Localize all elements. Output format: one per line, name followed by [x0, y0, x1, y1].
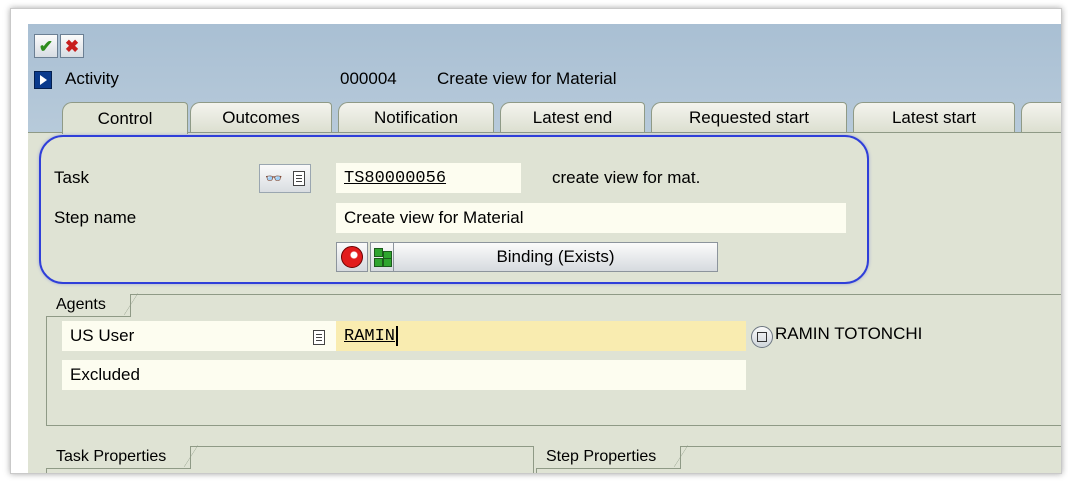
tab-label: Notification — [373, 107, 459, 127]
cross-icon: ✖ — [64, 36, 80, 56]
cancel-button[interactable]: ✖ — [60, 34, 84, 58]
tab-more[interactable] — [1021, 102, 1061, 132]
expand-icon[interactable] — [34, 71, 52, 89]
task-label: Task — [54, 168, 89, 187]
sap-screen: ✔ ✖ Activity 000004 Create view for Mate… — [28, 24, 1061, 473]
activity-number: 000004 — [340, 69, 397, 88]
document-icon[interactable] — [313, 330, 325, 345]
excluded-label-cell: Excluded — [62, 360, 336, 390]
glasses-icon[interactable]: 👓 — [265, 170, 282, 187]
tab-control[interactable]: Control — [62, 102, 188, 134]
tab-outcomes[interactable]: Outcomes — [190, 102, 332, 132]
tab-label: Requested start — [688, 107, 809, 127]
step-name-field[interactable]: Create view for Material — [336, 203, 846, 233]
tab-latest-end[interactable]: Latest end — [500, 102, 645, 132]
us-user-input[interactable]: RAMIN — [336, 321, 746, 351]
tab-notification[interactable]: Notification — [338, 102, 494, 132]
step-name-label: Step name — [54, 208, 137, 227]
task-id-field[interactable]: TS80000056 — [336, 163, 521, 193]
excluded-input[interactable] — [336, 360, 746, 390]
tab-label: Outcomes — [222, 107, 300, 127]
confirm-button[interactable]: ✔ — [34, 34, 58, 58]
us-user-label: US User — [70, 326, 135, 345]
binding-icon-button[interactable] — [370, 242, 395, 272]
tab-label: Latest end — [532, 107, 613, 127]
task-id-value: TS80000056 — [344, 168, 447, 188]
binding-button[interactable]: Binding (Exists) — [393, 242, 718, 272]
step-properties-title: Step Properties — [536, 445, 689, 469]
us-user-label-cell: US User — [62, 321, 336, 351]
step-name-value: Create view for Material — [344, 208, 524, 227]
agent-full-name: RAMIN TOTONCHI — [775, 324, 923, 343]
agents-group-title: Agents — [46, 293, 138, 317]
activity-label: Activity — [65, 69, 119, 88]
workflow-icon-button[interactable] — [336, 242, 368, 272]
activity-description: Create view for Material — [437, 69, 617, 88]
task-properties-title: Task Properties — [46, 445, 199, 469]
excluded-label: Excluded — [70, 365, 140, 384]
red-ball-icon — [341, 246, 363, 268]
step-properties-group: Step Properties — [536, 445, 1061, 473]
binding-label: Binding (Exists) — [496, 247, 615, 266]
agent-details-icon[interactable] — [751, 326, 773, 348]
tab-content-control: Task 👓 TS80000056 create view for mat. S… — [28, 132, 1061, 473]
task-description: create view for mat. — [552, 168, 701, 187]
tab-label: Latest start — [891, 107, 977, 127]
task-icon-buttons[interactable]: 👓 — [259, 164, 311, 193]
screenshot-frame: ✔ ✖ Activity 000004 Create view for Mate… — [10, 8, 1062, 474]
tab-label: Control — [97, 108, 153, 128]
tab-requested-start[interactable]: Requested start — [651, 102, 847, 132]
check-icon: ✔ — [38, 36, 54, 56]
text-cursor — [396, 326, 399, 346]
binding-grid-icon — [373, 248, 392, 267]
task-properties-group: Task Properties — [46, 445, 534, 473]
document-icon[interactable] — [292, 171, 305, 186]
tab-latest-start[interactable]: Latest start — [853, 102, 1015, 132]
us-user-value: RAMIN — [344, 326, 396, 346]
